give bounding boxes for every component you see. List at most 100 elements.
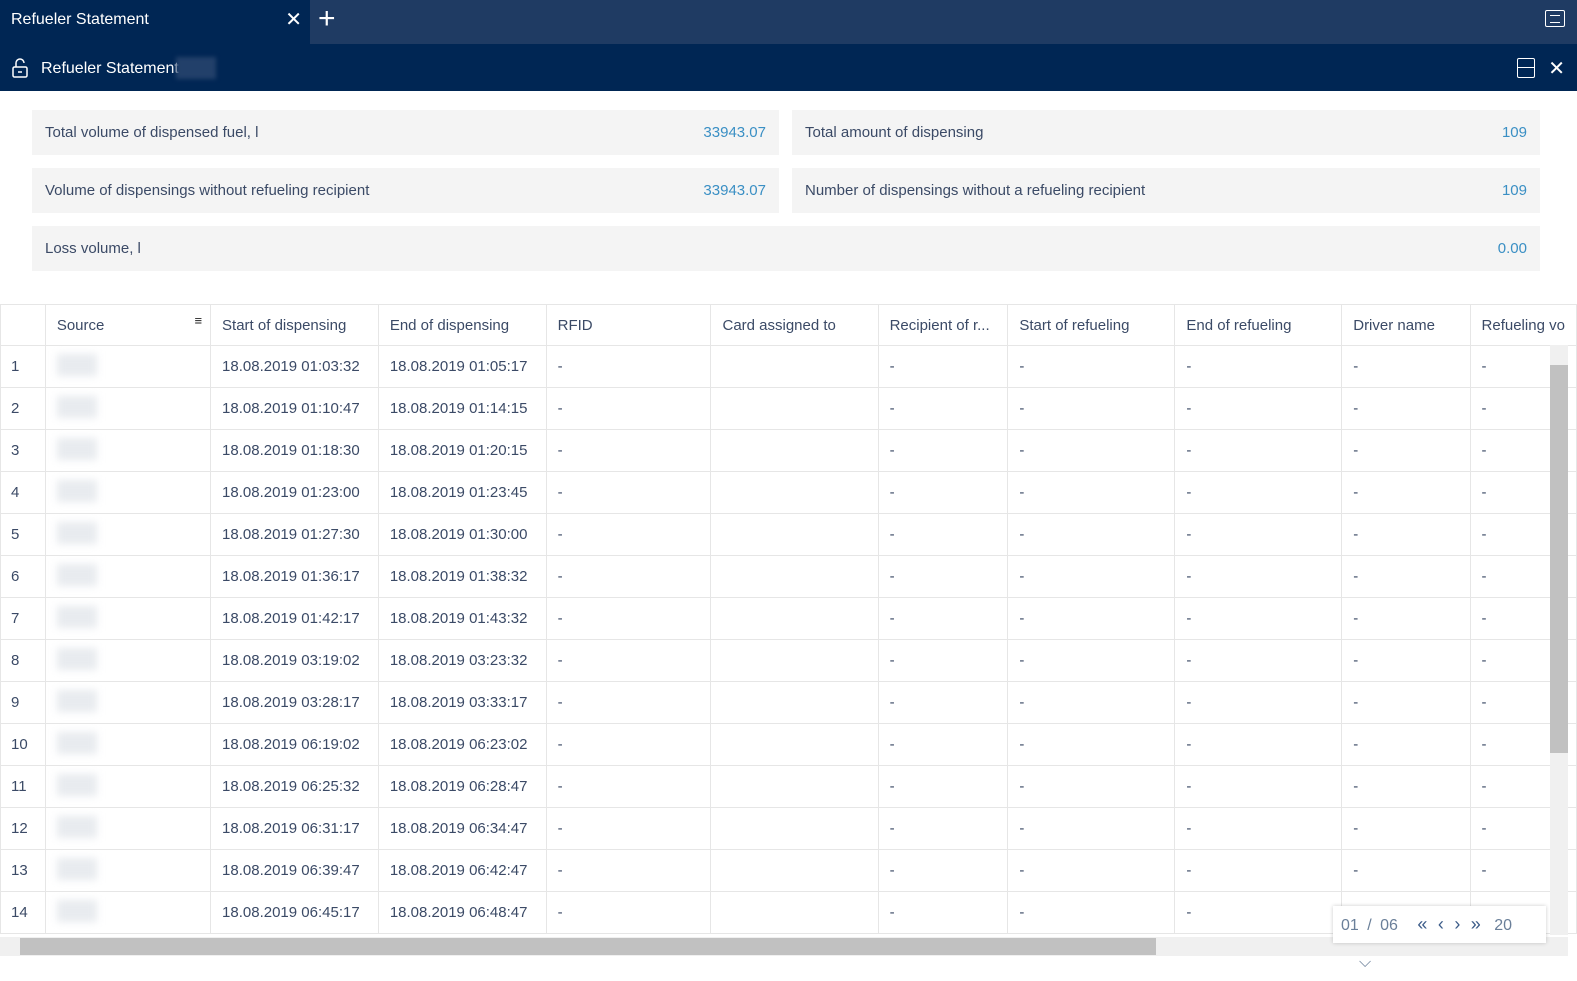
empty-value-cell: -	[1341, 723, 1471, 766]
column-header[interactable]: RFID	[545, 304, 712, 346]
redacted-unit-name	[176, 57, 216, 79]
empty-value-cell: -	[545, 345, 712, 388]
column-header[interactable]: Driver name	[1341, 304, 1471, 346]
close-tab-icon[interactable]: ✕	[285, 0, 302, 40]
current-page[interactable]: 01	[1341, 907, 1359, 944]
empty-value-cell: -	[1341, 429, 1471, 472]
prev-page-icon[interactable]: ‹	[1438, 906, 1444, 943]
source-cell	[44, 555, 212, 598]
empty-value-cell: -	[1174, 597, 1343, 640]
column-header[interactable]: End of refueling	[1174, 304, 1343, 346]
empty-value-cell: -	[1341, 555, 1471, 598]
tab-refueler-statement[interactable]: Refueler Statement ✕	[0, 0, 310, 44]
empty-value-cell: -	[877, 891, 1009, 934]
redacted-source	[56, 605, 97, 628]
redacted-source	[56, 521, 97, 544]
chat-icon[interactable]	[1545, 10, 1565, 27]
table-row[interactable]: 4 18.08.2019 01:23:00 18.08.2019 01:23:45-…	[0, 471, 1577, 514]
end-dispensing-cell: 18.08.2019 01:20:15	[377, 429, 547, 472]
table-row[interactable]: 1 18.08.2019 01:03:32 18.08.2019 01:05:17-…	[0, 345, 1577, 388]
card-assigned-cell	[710, 723, 879, 766]
redacted-source	[56, 815, 97, 838]
table-row[interactable]: 9 18.08.2019 03:28:17 18.08.2019 03:33:17-…	[0, 681, 1577, 724]
first-page-icon[interactable]: «	[1417, 906, 1427, 943]
redacted-source	[56, 857, 97, 880]
table-row[interactable]: 6 18.08.2019 01:36:17 18.08.2019 01:38:32-…	[0, 555, 1577, 598]
unlock-icon[interactable]	[12, 58, 28, 78]
redacted-source	[56, 899, 97, 922]
column-header[interactable]: Card assigned to	[710, 304, 879, 346]
stat-label: Total volume of dispensed fuel, l	[45, 124, 259, 141]
empty-value-cell: -	[877, 387, 1009, 430]
pagination: 01 / 06 « ‹ › » 20 ⌵	[1333, 906, 1546, 971]
empty-value-cell: -	[1174, 723, 1343, 766]
layout-toggle-icon[interactable]	[1517, 58, 1535, 78]
table-row[interactable]: 12 18.08.2019 06:31:17 18.08.2019 06:34:47…	[0, 807, 1577, 850]
column-header[interactable]	[0, 304, 46, 346]
redacted-source	[56, 479, 97, 502]
end-dispensing-cell: 18.08.2019 06:48:47	[377, 891, 547, 934]
report-title: Refueler Statement	[41, 60, 179, 77]
end-dispensing-cell: 18.08.2019 06:34:47	[377, 807, 547, 850]
row-number: 10	[0, 723, 46, 766]
table-row[interactable]: 8 18.08.2019 03:19:02 18.08.2019 03:23:32-…	[0, 639, 1577, 682]
source-cell	[44, 723, 212, 766]
horizontal-scroll-thumb[interactable]	[20, 938, 1156, 955]
empty-value-cell: -	[1341, 345, 1471, 388]
table-row[interactable]: 7 18.08.2019 01:42:17 18.08.2019 01:43:32-…	[0, 597, 1577, 640]
start-dispensing-cell: 18.08.2019 06:19:02	[210, 723, 379, 766]
column-header[interactable]: Source ≡	[44, 304, 212, 346]
stat-label: Number of dispensings without a refuelin…	[805, 182, 1146, 199]
table-row[interactable]: 2 18.08.2019 01:10:47 18.08.2019 01:14:15-…	[0, 387, 1577, 430]
card-assigned-cell	[710, 891, 879, 934]
empty-value-cell: -	[877, 597, 1009, 640]
row-number: 8	[0, 639, 46, 682]
row-number: 13	[0, 849, 46, 892]
redacted-source	[56, 773, 97, 796]
column-header[interactable]: Recipient of r...	[877, 304, 1009, 346]
end-dispensing-cell: 18.08.2019 03:33:17	[377, 681, 547, 724]
stat-value: 33943.07	[703, 182, 766, 199]
empty-value-cell: -	[1341, 387, 1471, 430]
start-dispensing-cell: 18.08.2019 06:45:17	[210, 891, 379, 934]
dispensing-table: Source ≡ Start of dispensing End of dispens…	[0, 304, 1577, 934]
tab-label: Refueler Statement	[11, 11, 149, 28]
empty-value-cell: -	[545, 681, 712, 724]
table-row[interactable]: 10 18.08.2019 06:19:02 18.08.2019 06:23:02…	[0, 723, 1577, 766]
close-report-icon[interactable]: ✕	[1548, 56, 1565, 81]
empty-value-cell: -	[1174, 639, 1343, 682]
column-header[interactable]: End of dispensing	[377, 304, 547, 346]
page-separator: /	[1367, 917, 1372, 934]
table-row[interactable]: 13 18.08.2019 06:39:47 18.08.2019 06:42:47…	[0, 849, 1577, 892]
source-cell	[44, 597, 212, 640]
last-page-icon[interactable]: »	[1471, 906, 1481, 943]
card-assigned-cell	[710, 429, 879, 472]
redacted-source	[56, 647, 97, 670]
start-dispensing-cell: 18.08.2019 01:36:17	[210, 555, 379, 598]
chevron-down-icon[interactable]: ⌵	[1359, 944, 1371, 981]
end-dispensing-cell: 18.08.2019 01:05:17	[377, 345, 547, 388]
source-cell	[44, 807, 212, 850]
table-row[interactable]: 5 18.08.2019 01:27:30 18.08.2019 01:30:00-…	[0, 513, 1577, 556]
start-dispensing-cell: 18.08.2019 01:27:30	[210, 513, 379, 556]
sort-icon[interactable]: ≡	[194, 313, 202, 328]
total-pages: 06	[1380, 917, 1398, 934]
new-tab-plus-icon[interactable]: +	[318, 4, 336, 34]
stat-value: 33943.07	[703, 124, 766, 141]
row-number: 2	[0, 387, 46, 430]
empty-value-cell: -	[877, 681, 1009, 724]
stat-label: Total amount of dispensing	[805, 124, 984, 141]
table-row[interactable]: 3 18.08.2019 01:18:30 18.08.2019 01:20:15-…	[0, 429, 1577, 472]
column-header[interactable]: Start of dispensing	[210, 304, 379, 346]
page-size-select[interactable]: 20	[1494, 907, 1512, 944]
table-row[interactable]: 11 18.08.2019 06:25:32 18.08.2019 06:28:47…	[0, 765, 1577, 808]
column-header[interactable]: Refueling vo	[1469, 304, 1577, 346]
column-header[interactable]: Start of refueling	[1007, 304, 1176, 346]
next-page-icon[interactable]: ›	[1454, 906, 1460, 943]
empty-value-cell: -	[1341, 807, 1471, 850]
empty-value-cell: -	[1007, 513, 1176, 556]
empty-value-cell: -	[1341, 597, 1471, 640]
vertical-scroll-thumb[interactable]	[1550, 365, 1568, 753]
empty-value-cell: -	[545, 765, 712, 808]
start-dispensing-cell: 18.08.2019 06:25:32	[210, 765, 379, 808]
